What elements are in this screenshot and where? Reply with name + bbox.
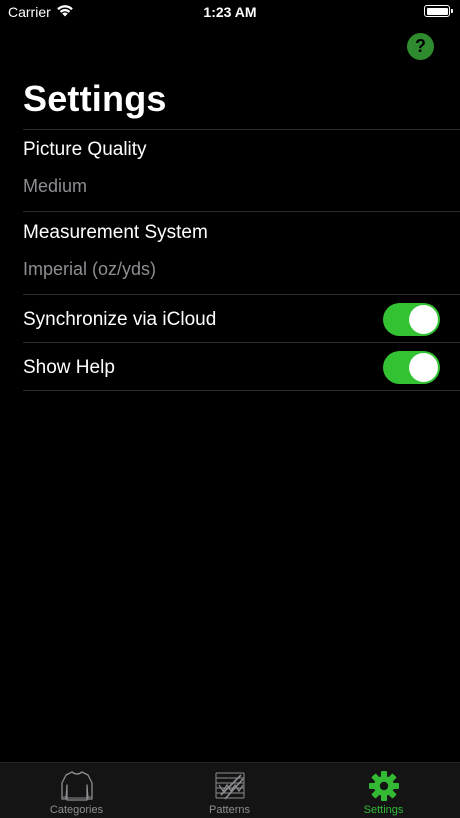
divider xyxy=(23,390,460,391)
tab-patterns[interactable]: Patterns xyxy=(153,763,306,818)
show-help-toggle[interactable] xyxy=(383,351,440,384)
sweater-icon xyxy=(60,771,93,801)
toggle-knob xyxy=(409,305,438,334)
tab-label: Settings xyxy=(363,804,404,816)
help-button[interactable]: ? xyxy=(407,33,434,60)
measurement-system-label: Measurement System xyxy=(23,222,208,243)
status-bar: Carrier 1:23 AM xyxy=(0,0,460,24)
tab-settings[interactable]: Settings xyxy=(307,763,460,818)
picture-quality-value: Medium xyxy=(23,176,88,196)
gear-icon xyxy=(368,771,399,801)
toggle-knob xyxy=(409,353,438,382)
sync-icloud-toggle[interactable] xyxy=(383,303,440,336)
show-help-label: Show Help xyxy=(23,357,115,378)
picture-quality-label: Picture Quality xyxy=(23,139,147,160)
divider xyxy=(23,294,460,295)
battery-icon xyxy=(424,5,453,17)
knitting-chart-icon xyxy=(215,772,244,800)
measurement-system-value: Imperial (oz/yds) xyxy=(23,259,157,279)
divider xyxy=(23,342,460,343)
sync-icloud-label: Synchronize via iCloud xyxy=(23,309,217,330)
page-title: Settings xyxy=(23,78,167,119)
tab-label: Patterns xyxy=(209,804,250,816)
divider xyxy=(23,211,460,212)
tab-label: Categories xyxy=(49,804,104,816)
tab-categories[interactable]: Categories xyxy=(0,763,153,818)
clock: 1:23 AM xyxy=(203,4,257,20)
tab-bar: Categories Patterns Settings xyxy=(0,762,460,818)
divider xyxy=(23,129,460,130)
